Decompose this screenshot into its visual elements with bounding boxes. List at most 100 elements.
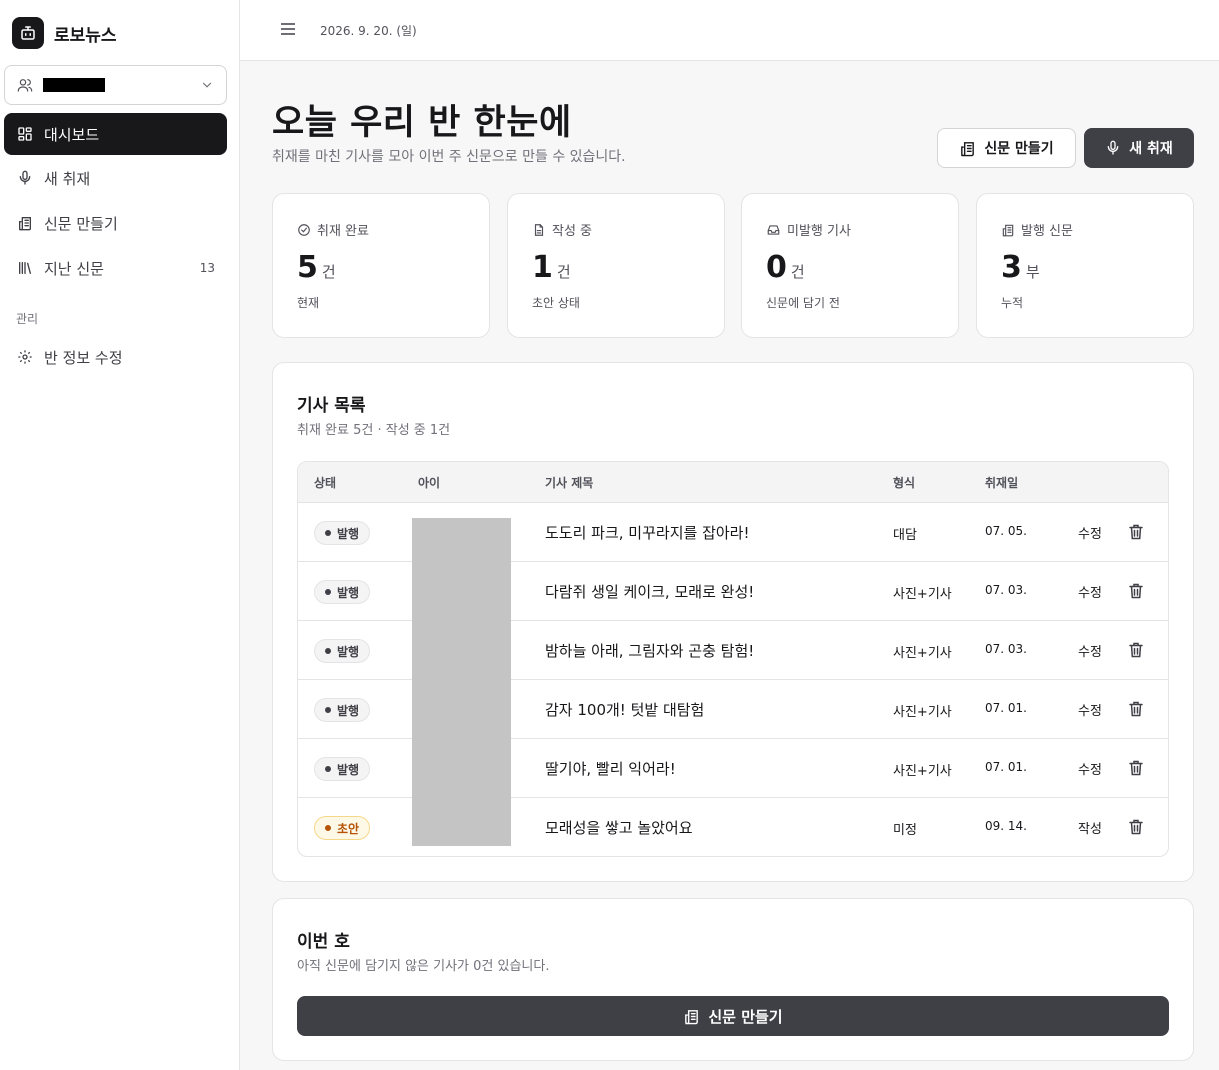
col-type: 형식 (893, 476, 916, 490)
trash-icon[interactable] (1128, 759, 1144, 777)
sidebar-item-dashboard[interactable]: 대시보드 (4, 113, 227, 155)
this-issue-title: 이번 호 (297, 932, 350, 952)
gear-icon (16, 348, 34, 366)
article-date: 07. 01. (985, 760, 1027, 774)
stat-note: 초안 상태 (532, 296, 580, 310)
past-papers-count: 13 (199, 261, 215, 275)
edit-button[interactable]: 수정 (1078, 523, 1102, 542)
article-type: 대담 (893, 528, 917, 543)
newspaper-icon (683, 1008, 700, 1025)
topbar: 2026. 9. 20. (일) (240, 0, 1219, 61)
stat-value: 5 건 (297, 250, 336, 285)
sidebar-item-new-report[interactable]: 새 취재 (4, 157, 227, 199)
stat-label: 작성 중 (532, 220, 592, 239)
app-name: 로보뉴스 (54, 25, 117, 46)
inbox-icon (766, 223, 781, 237)
new-report-button[interactable]: 새 취재 (1084, 128, 1194, 168)
status-badge-draft: 초안 (314, 816, 371, 840)
status-badge: 발행 (314, 698, 371, 722)
article-type: 사진+기사 (893, 646, 952, 661)
sidebar: 로보뉴스 대시보드 새 취재 신문 만들기 지난 신문 13 관리 반 정보 수… (0, 0, 240, 1070)
page-title: 오늘 우리 반 한눈에 (272, 103, 572, 143)
article-date: 07. 03. (985, 642, 1027, 656)
sidebar-item-label: 신문 만들기 (44, 214, 118, 233)
check-circle-icon (297, 223, 311, 237)
edit-button[interactable]: 수정 (1078, 582, 1102, 601)
trash-icon[interactable] (1128, 582, 1144, 600)
redacted-kid-column (412, 518, 511, 846)
sidebar-item-class-settings[interactable]: 반 정보 수정 (4, 336, 227, 378)
newspaper-icon (1001, 223, 1015, 237)
redacted-class-name (43, 78, 105, 92)
article-list-subtitle: 취재 완료 5건 · 작성 중 1건 (297, 423, 451, 438)
page-subtitle: 취재를 마친 기사를 모아 이번 주 신문으로 만들 수 있습니다. (272, 149, 626, 165)
newspaper-icon (959, 140, 976, 157)
stat-value: 1 건 (532, 250, 571, 285)
article-title[interactable]: 도도리 파크, 미꾸라지를 잡아라! (545, 522, 750, 543)
article-type: 사진+기사 (893, 764, 952, 779)
stat-label: 취재 완료 (297, 220, 369, 239)
stat-card-completed: 취재 완료 5 건 현재 (272, 193, 490, 338)
article-title[interactable]: 모래성을 쌓고 놀았어요 (545, 817, 693, 838)
robot-icon (12, 17, 44, 49)
status-badge: 발행 (314, 639, 371, 663)
col-kid: 아이 (418, 476, 441, 490)
article-title[interactable]: 감자 100개! 텃밭 대탐험 (545, 699, 704, 720)
file-text-icon (532, 223, 546, 237)
col-title: 기사 제목 (545, 476, 594, 490)
brand[interactable]: 로보뉴스 (12, 17, 117, 49)
article-date: 09. 14. (985, 819, 1027, 833)
article-list-panel: 기사 목록 취재 완료 5건 · 작성 중 1건 상태 아이 기사 제목 형식 … (272, 362, 1194, 882)
edit-button[interactable]: 수정 (1078, 641, 1102, 660)
mic-icon (1105, 140, 1121, 156)
sidebar-item-label: 새 취재 (44, 169, 91, 188)
stat-value: 0 건 (766, 250, 805, 285)
article-date: 07. 03. (985, 583, 1027, 597)
trash-icon[interactable] (1128, 700, 1144, 718)
status-badge: 발행 (314, 757, 371, 781)
mic-icon (16, 169, 34, 187)
article-table: 상태 아이 기사 제목 형식 취재일 발행 도도리 파크, 미꾸라지를 잡아라!… (297, 461, 1169, 857)
article-type: 미정 (893, 823, 917, 838)
edit-button[interactable]: 수정 (1078, 759, 1102, 778)
newspaper-icon (16, 214, 34, 232)
sidebar-item-label: 반 정보 수정 (44, 348, 123, 367)
trash-icon[interactable] (1128, 818, 1144, 836)
article-date: 07. 01. (985, 701, 1027, 715)
table-header: 상태 아이 기사 제목 형식 취재일 (298, 462, 1168, 503)
sidebar-section-admin: 관리 (16, 312, 39, 326)
make-paper-wide-button[interactable]: 신문 만들기 (297, 996, 1169, 1036)
status-badge: 발행 (314, 580, 371, 604)
stat-value: 3 부 (1001, 250, 1040, 285)
article-type: 사진+기사 (893, 705, 952, 720)
current-date: 2026. 9. 20. (일) (320, 24, 417, 38)
article-title[interactable]: 딸기야, 빨리 익어라! (545, 758, 676, 779)
stat-card-published: 발행 신문 3 부 누적 (976, 193, 1194, 338)
sidebar-item-past-papers[interactable]: 지난 신문 13 (4, 247, 227, 289)
class-selector[interactable] (4, 65, 227, 105)
article-title[interactable]: 밤하늘 아래, 그림자와 곤충 탐험! (545, 640, 754, 661)
sidebar-item-make-paper[interactable]: 신문 만들기 (4, 202, 227, 244)
dashboard-icon (16, 125, 34, 143)
library-icon (16, 259, 34, 277)
stat-note: 신문에 담기 전 (766, 296, 840, 310)
col-status: 상태 (314, 476, 337, 490)
trash-icon[interactable] (1128, 641, 1144, 659)
stat-note: 현재 (297, 296, 320, 310)
users-icon (17, 77, 33, 93)
article-list-title: 기사 목록 (297, 396, 366, 416)
write-button[interactable]: 작성 (1078, 818, 1102, 837)
article-title[interactable]: 다람쥐 생일 케이크, 모래로 완성! (545, 581, 754, 602)
chevron-down-icon (200, 78, 214, 92)
edit-button[interactable]: 수정 (1078, 700, 1102, 719)
make-paper-button[interactable]: 신문 만들기 (937, 128, 1076, 168)
article-type: 사진+기사 (893, 587, 952, 602)
trash-icon[interactable] (1128, 523, 1144, 541)
col-date: 취재일 (985, 476, 1019, 490)
sidebar-item-label: 대시보드 (44, 125, 100, 144)
stat-label: 미발행 기사 (766, 220, 851, 239)
this-issue-panel: 이번 호 아직 신문에 담기지 않은 기사가 0건 있습니다. 신문 만들기 (272, 898, 1194, 1061)
this-issue-subtitle: 아직 신문에 담기지 않은 기사가 0건 있습니다. (297, 959, 550, 974)
menu-icon[interactable] (278, 19, 298, 39)
stat-card-writing: 작성 중 1 건 초안 상태 (507, 193, 725, 338)
